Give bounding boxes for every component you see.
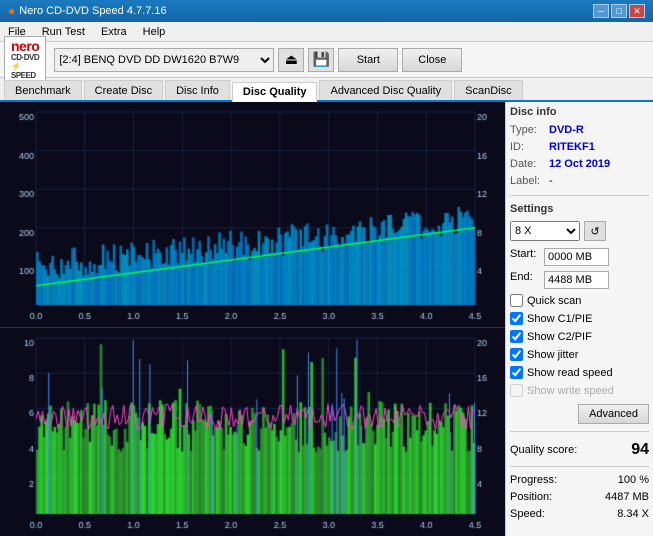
date-value: 12 Oct 2019 bbox=[549, 158, 610, 170]
label-row: Label: - bbox=[510, 175, 649, 187]
speed-selector[interactable]: 8 X bbox=[510, 221, 580, 241]
show-jitter-label: Show jitter bbox=[527, 349, 578, 361]
save-icon[interactable]: 💾 bbox=[308, 48, 334, 72]
quality-row: Quality score: 94 bbox=[510, 441, 649, 459]
chart-top bbox=[0, 102, 505, 328]
id-row: ID: RITEKF1 bbox=[510, 141, 649, 153]
toolbar: nero CD·DVD⚡SPEED [2:4] BENQ DVD DD DW16… bbox=[0, 42, 653, 78]
divider3 bbox=[510, 466, 649, 467]
date-label: Date: bbox=[510, 158, 545, 170]
end-mb-input[interactable] bbox=[544, 271, 609, 289]
settings-title: Settings bbox=[510, 203, 649, 215]
disc-label-value: - bbox=[549, 175, 553, 187]
show-c1pie-row: Show C1/PIE bbox=[510, 312, 649, 325]
position-row: Position: 4487 MB bbox=[510, 491, 649, 503]
minimize-button[interactable]: ─ bbox=[593, 4, 609, 18]
type-row: Type: DVD-R bbox=[510, 124, 649, 136]
type-value: DVD-R bbox=[549, 124, 584, 136]
menu-help[interactable]: Help bbox=[135, 24, 174, 40]
maximize-button[interactable]: □ bbox=[611, 4, 627, 18]
tabs: Benchmark Create Disc Disc Info Disc Qua… bbox=[0, 78, 653, 102]
quick-scan-label: Quick scan bbox=[527, 295, 581, 307]
position-label: Position: bbox=[510, 491, 552, 503]
quick-scan-row: Quick scan bbox=[510, 294, 649, 307]
show-read-speed-checkbox[interactable] bbox=[510, 366, 523, 379]
top-chart-canvas bbox=[0, 102, 505, 327]
show-read-speed-label: Show read speed bbox=[527, 367, 613, 379]
disc-info-title: Disc info bbox=[510, 106, 649, 118]
main-content: PI Errors Average: 89.97 Maximum: 283 To… bbox=[0, 102, 653, 536]
show-write-speed-checkbox[interactable] bbox=[510, 384, 523, 397]
nero-logo: nero CD·DVD⚡SPEED bbox=[4, 36, 46, 84]
start-mb-label: Start: bbox=[510, 248, 540, 266]
position-value: 4487 MB bbox=[605, 491, 649, 503]
menubar: File Run Test Extra Help bbox=[0, 22, 653, 42]
drive-selector[interactable]: [2:4] BENQ DVD DD DW1620 B7W9 bbox=[54, 48, 274, 72]
end-row: End: bbox=[510, 271, 649, 289]
show-c1pie-label: Show C1/PIE bbox=[527, 313, 592, 325]
start-mb-input[interactable] bbox=[544, 248, 609, 266]
tab-advanceddiscquality[interactable]: Advanced Disc Quality bbox=[319, 80, 452, 100]
divider2 bbox=[510, 431, 649, 432]
tab-createdisc[interactable]: Create Disc bbox=[84, 80, 163, 100]
speed-value: 8.34 X bbox=[617, 508, 649, 520]
start-button[interactable]: Start bbox=[338, 48, 398, 72]
eject-icon[interactable]: ⏏ bbox=[278, 48, 304, 72]
quality-label: Quality score: bbox=[510, 444, 577, 456]
menu-extra[interactable]: Extra bbox=[93, 24, 135, 40]
app-icon: ● bbox=[8, 4, 15, 18]
show-c1pie-checkbox[interactable] bbox=[510, 312, 523, 325]
type-label: Type: bbox=[510, 124, 545, 136]
show-jitter-row: Show jitter bbox=[510, 348, 649, 361]
progress-row: Progress: 100 % bbox=[510, 474, 649, 486]
close-window-button[interactable]: ✕ bbox=[629, 4, 645, 18]
progress-label: Progress: bbox=[510, 474, 557, 486]
progress-value: 100 % bbox=[618, 474, 649, 486]
charts-area: PI Errors Average: 89.97 Maximum: 283 To… bbox=[0, 102, 505, 536]
tab-benchmark[interactable]: Benchmark bbox=[4, 80, 82, 100]
show-read-speed-row: Show read speed bbox=[510, 366, 649, 379]
chart-bottom bbox=[0, 328, 505, 536]
right-panel: Disc info Type: DVD-R ID: RITEKF1 Date: … bbox=[505, 102, 653, 536]
tab-scandisc[interactable]: ScanDisc bbox=[454, 80, 522, 100]
show-write-speed-label: Show write speed bbox=[527, 385, 614, 397]
id-label: ID: bbox=[510, 141, 545, 153]
quick-scan-checkbox[interactable] bbox=[510, 294, 523, 307]
bottom-chart-canvas bbox=[0, 328, 505, 536]
date-row: Date: 12 Oct 2019 bbox=[510, 158, 649, 170]
show-jitter-checkbox[interactable] bbox=[510, 348, 523, 361]
tab-discinfo[interactable]: Disc Info bbox=[165, 80, 230, 100]
show-c2pif-label: Show C2/PIF bbox=[527, 331, 592, 343]
tab-discquality[interactable]: Disc Quality bbox=[232, 82, 318, 102]
end-mb-label: End: bbox=[510, 271, 540, 289]
titlebar-title: Nero CD-DVD Speed 4.7.7.16 bbox=[19, 5, 166, 17]
titlebar: ● Nero CD-DVD Speed 4.7.7.16 ─ □ ✕ bbox=[0, 0, 653, 22]
start-row: Start: bbox=[510, 248, 649, 266]
speed-label: Speed: bbox=[510, 508, 545, 520]
disc-label-label: Label: bbox=[510, 175, 545, 187]
titlebar-buttons[interactable]: ─ □ ✕ bbox=[593, 4, 645, 18]
refresh-icon[interactable]: ↺ bbox=[584, 221, 606, 241]
quality-score: 94 bbox=[631, 441, 649, 459]
speed-row: 8 X ↺ bbox=[510, 221, 649, 241]
close-button[interactable]: Close bbox=[402, 48, 462, 72]
show-c2pif-checkbox[interactable] bbox=[510, 330, 523, 343]
divider1 bbox=[510, 195, 649, 196]
show-write-speed-row: Show write speed bbox=[510, 384, 649, 397]
show-c2pif-row: Show C2/PIF bbox=[510, 330, 649, 343]
id-value: RITEKF1 bbox=[549, 141, 595, 153]
titlebar-left: ● Nero CD-DVD Speed 4.7.7.16 bbox=[8, 4, 167, 18]
advanced-button[interactable]: Advanced bbox=[578, 404, 649, 424]
speed-row2: Speed: 8.34 X bbox=[510, 508, 649, 520]
